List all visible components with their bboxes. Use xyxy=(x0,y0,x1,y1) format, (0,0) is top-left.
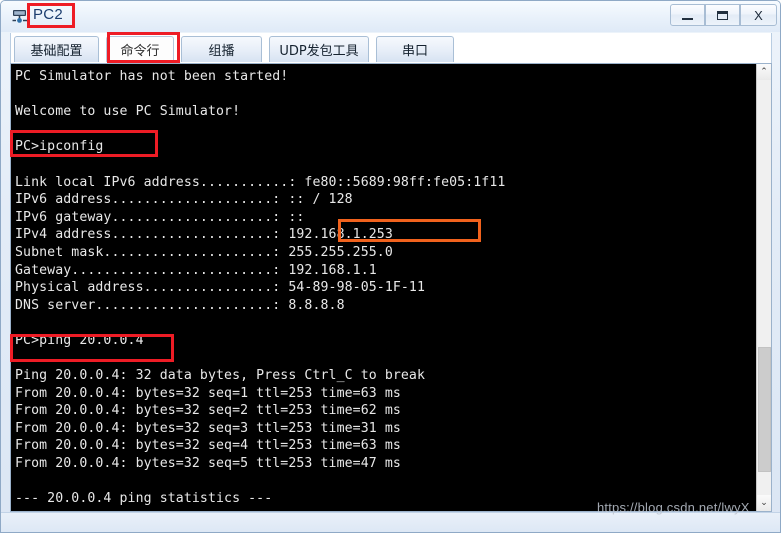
tab-basic-config[interactable]: 基础配置 xyxy=(14,36,99,62)
terminal-line: PC>ping 20.0.0.4 xyxy=(15,332,144,348)
tab-strip: 基础配置 命令行 组播 UDP发包工具 串口 xyxy=(10,33,772,63)
terminal-line: From 20.0.0.4: bytes=32 seq=4 ttl=253 ti… xyxy=(15,438,401,454)
terminal-line: DNS server......................: 8.8.8.… xyxy=(15,297,345,313)
close-icon: X xyxy=(754,7,763,23)
vertical-scrollbar[interactable]: ⌃ ⌄ xyxy=(756,64,771,511)
minimize-button[interactable] xyxy=(670,4,705,26)
terminal-output[interactable]: PC Simulator has not been started! Welcom… xyxy=(11,64,756,511)
terminal-line: IPv6 address....................: :: / 1… xyxy=(15,192,353,208)
minimize-icon xyxy=(682,17,693,20)
terminal-line: Link local IPv6 address...........: fe80… xyxy=(15,174,506,190)
pc2-simulator-window: PC2 X 基础配置 命令行 组播 UDP发包工具 串口 PC Simulato… xyxy=(0,0,781,533)
terminal-line: Ping 20.0.0.4: 32 data bytes, Press Ctrl… xyxy=(15,368,426,384)
close-button[interactable]: X xyxy=(740,4,777,26)
pc-device-icon xyxy=(11,7,29,25)
tab-serial-port[interactable]: 串口 xyxy=(376,36,454,62)
scrollbar-thumb[interactable] xyxy=(758,347,771,472)
terminal-line: PC Simulator has not been started! xyxy=(15,69,289,84)
terminal-line: PC>ipconfig xyxy=(15,139,104,155)
terminal-line: IPv6 gateway....................: :: xyxy=(15,209,305,225)
terminal-line: --- 20.0.0.4 ping statistics --- xyxy=(15,491,273,507)
tab-udp-packet-tool[interactable]: UDP发包工具 xyxy=(269,36,369,62)
scroll-down-icon[interactable]: ⌄ xyxy=(757,495,771,511)
terminal-line: From 20.0.0.4: bytes=32 seq=1 ttl=253 ti… xyxy=(15,385,401,401)
scroll-up-icon[interactable]: ⌃ xyxy=(757,64,771,80)
tab-command-line[interactable]: 命令行 xyxy=(106,36,174,62)
maximize-button[interactable] xyxy=(705,4,740,26)
title-bar: PC2 X xyxy=(1,1,780,32)
terminal-line: From 20.0.0.4: bytes=32 seq=5 ttl=253 ti… xyxy=(15,456,401,472)
tab-multicast[interactable]: 组播 xyxy=(181,36,262,62)
window-bottom-chrome xyxy=(1,512,780,532)
terminal-line: Physical address................: 54-89-… xyxy=(15,280,426,296)
terminal-line: IPv4 address....................: 192.16… xyxy=(15,227,393,243)
terminal-line: From 20.0.0.4: bytes=32 seq=2 ttl=253 ti… xyxy=(15,403,401,419)
terminal-line: Gateway.........................: 192.16… xyxy=(15,262,377,278)
terminal-line: From 20.0.0.4: bytes=32 seq=3 ttl=253 ti… xyxy=(15,420,401,436)
window-title: PC2 xyxy=(33,6,64,23)
terminal-panel: PC Simulator has not been started! Welcom… xyxy=(10,63,772,512)
terminal-line: Subnet mask.....................: 255.25… xyxy=(15,244,393,260)
maximize-icon xyxy=(717,10,728,20)
terminal-line: Welcome to use PC Simulator! xyxy=(15,104,241,120)
